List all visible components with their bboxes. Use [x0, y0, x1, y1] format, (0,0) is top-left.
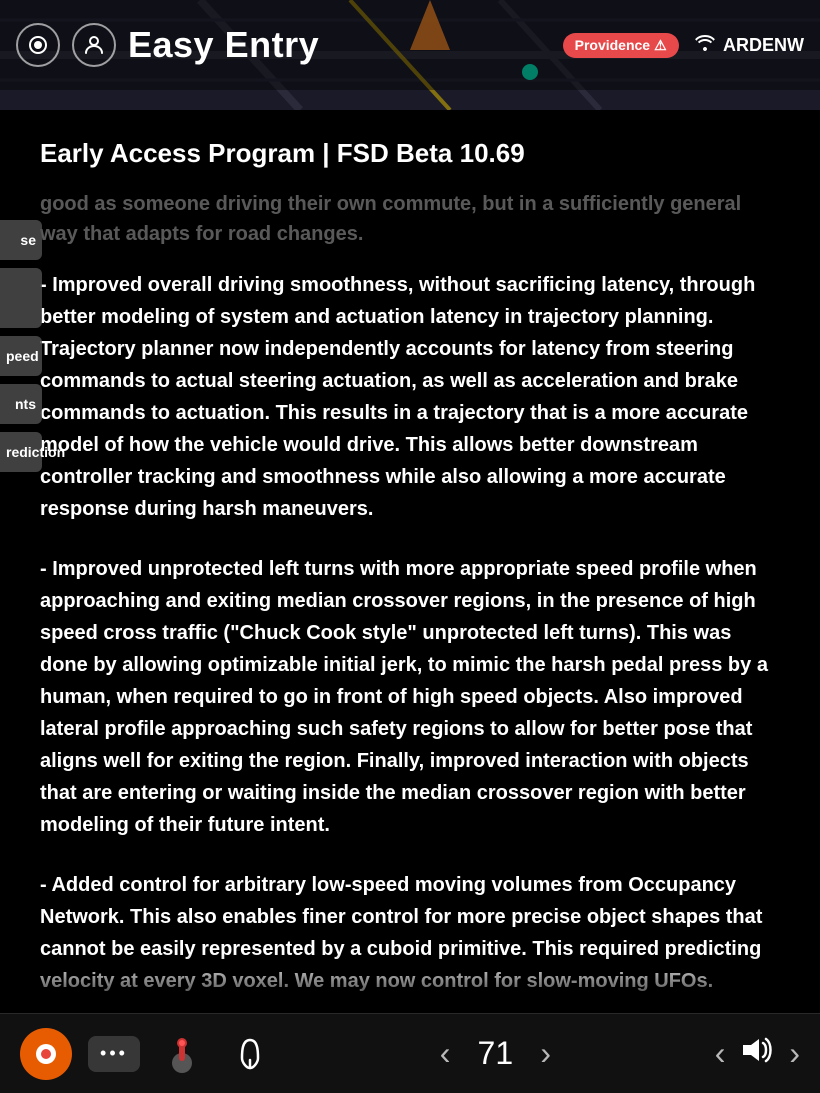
- more-options-button[interactable]: •••: [88, 1036, 140, 1072]
- record-icon: [33, 1041, 59, 1067]
- phone-button[interactable]: [224, 1028, 276, 1080]
- main-content: Early Access Program | FSD Beta 10.69 go…: [0, 110, 820, 1013]
- page-number: 71: [470, 1035, 520, 1072]
- header-bar: Easy Entry Providence ⚠ ARDENW: [0, 0, 820, 90]
- content-fade-overlay: [0, 953, 820, 1013]
- sidebar-item-se[interactable]: se: [0, 220, 42, 260]
- prev-page-button[interactable]: ‹: [440, 1035, 451, 1072]
- header-right-section: Providence ⚠ ARDENW: [563, 33, 804, 58]
- wifi-icon: [695, 35, 715, 51]
- camera-icon-button[interactable]: [16, 23, 60, 67]
- bottom-navigation-bar: ••• ‹ 71 › ‹: [0, 1013, 820, 1093]
- sidebar-item-speed[interactable]: peed: [0, 336, 42, 376]
- sidebar-left: se peed nts rediction: [0, 220, 42, 472]
- sidebar-item-rediction[interactable]: rediction: [0, 432, 42, 472]
- joystick-button[interactable]: [156, 1028, 208, 1080]
- volume-controls: ‹ ›: [715, 1035, 800, 1072]
- person-icon: [82, 33, 106, 57]
- ardenw-label: ARDENW: [695, 35, 804, 56]
- phone-icon: [232, 1036, 268, 1072]
- volume-prev-button[interactable]: ‹: [715, 1035, 726, 1072]
- providence-label: Providence: [575, 37, 650, 53]
- article-title: Early Access Program | FSD Beta 10.69: [0, 110, 820, 189]
- providence-alert-icon: ⚠: [654, 37, 667, 54]
- faded-intro-text: good as someone driving their own commut…: [40, 189, 780, 249]
- speaker-icon: [739, 1035, 775, 1065]
- paragraph-2: - Improved unprotected left turns with m…: [40, 553, 780, 841]
- camera-icon: [26, 33, 50, 57]
- bottom-left-icons: •••: [20, 1028, 276, 1080]
- record-button[interactable]: [20, 1028, 72, 1080]
- content-area[interactable]: good as someone driving their own commut…: [0, 189, 820, 1013]
- page-title-header: Easy Entry: [128, 24, 563, 66]
- dots-icon: •••: [100, 1043, 128, 1064]
- profile-icon-button[interactable]: [72, 23, 116, 67]
- next-page-button[interactable]: ›: [540, 1035, 551, 1072]
- sidebar-item-nts[interactable]: nts: [0, 384, 42, 424]
- sidebar-item-empty[interactable]: [0, 268, 42, 328]
- volume-next-button[interactable]: ›: [789, 1035, 800, 1072]
- pagination-nav: ‹ 71 ›: [440, 1035, 551, 1072]
- volume-icon: [739, 1035, 775, 1072]
- joystick-icon: [161, 1033, 203, 1075]
- paragraph-1: - Improved overall driving smoothness, w…: [40, 269, 780, 525]
- providence-badge: Providence ⚠: [563, 33, 679, 58]
